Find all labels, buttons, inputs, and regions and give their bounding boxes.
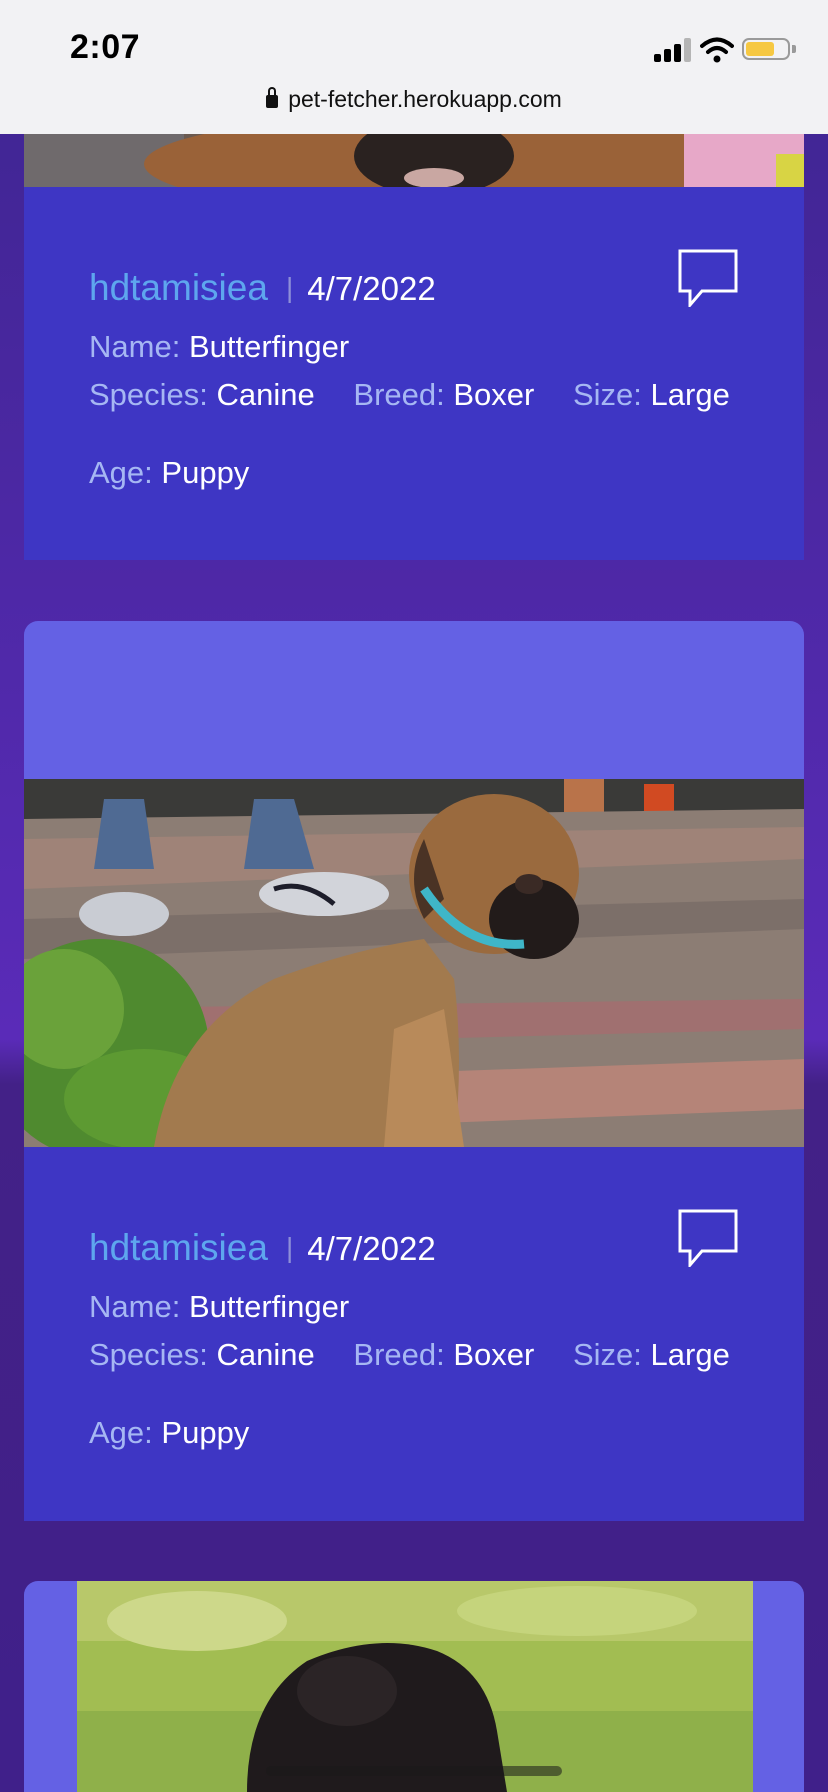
page-url: pet-fetcher.herokuapp.com	[288, 86, 562, 112]
size-label: Size:	[572, 377, 642, 412]
address-bar[interactable]: pet-fetcher.herokuapp.com	[0, 86, 828, 113]
browser-status-bar: 2:07 pet-fetcher.herokuapp.com	[0, 0, 828, 134]
pet-photo[interactable]	[77, 1581, 753, 1792]
breed-label: Breed:	[353, 1337, 445, 1372]
details-row: Species: Canine Breed: Boxer Size: Large	[89, 377, 730, 413]
species-value: Canine	[216, 1337, 315, 1372]
lock-icon	[266, 87, 279, 108]
battery-level	[746, 42, 774, 56]
name-value: Butterfinger	[188, 1289, 350, 1324]
post-card	[24, 1581, 804, 1792]
species-label: Species:	[89, 377, 208, 412]
size-label: Size:	[572, 1337, 642, 1372]
post-date: 4/7/2022	[307, 1230, 436, 1267]
post-info: hdtamisiea | 4/7/2022 Name: Butterfinger S…	[24, 187, 804, 560]
details-row: Species: Canine Breed: Boxer Size: Large	[89, 1337, 730, 1373]
breed-label: Breed:	[353, 377, 445, 412]
post-card: hdtamisiea | 4/7/2022 Name: Butterfinger S…	[24, 621, 804, 1521]
species-label: Species:	[89, 1337, 208, 1372]
name-row: Name: Butterfinger	[89, 329, 349, 365]
wifi-icon	[700, 37, 734, 63]
post-meta: hdtamisiea | 4/7/2022	[89, 1227, 436, 1269]
post-info: hdtamisiea | 4/7/2022 Name: Butterfinger S…	[24, 1147, 804, 1521]
breed-value: Boxer	[453, 1337, 535, 1372]
age-label: Age:	[89, 1415, 153, 1450]
pet-photo[interactable]	[24, 779, 804, 1147]
age-value: Puppy	[161, 455, 250, 490]
status-time: 2:07	[70, 28, 141, 66]
username-link[interactable]: hdtamisiea	[89, 267, 268, 308]
battery-tip	[792, 45, 796, 53]
size-value: Large	[650, 1337, 730, 1372]
cellular-signal-icon	[654, 38, 691, 62]
age-label: Age:	[89, 455, 153, 490]
card-header-band	[24, 621, 804, 779]
meta-divider: |	[285, 272, 294, 303]
size-value: Large	[650, 377, 730, 412]
age-row: Age: Puppy	[89, 1415, 249, 1451]
name-label: Name:	[89, 1289, 181, 1324]
name-label: Name:	[89, 329, 181, 364]
comment-icon[interactable]	[678, 1209, 738, 1267]
username-link[interactable]: hdtamisiea	[89, 1227, 268, 1268]
post-date: 4/7/2022	[307, 270, 436, 307]
pet-photo[interactable]	[24, 134, 804, 187]
breed-value: Boxer	[453, 377, 535, 412]
post-card: hdtamisiea | 4/7/2022 Name: Butterfinger S…	[24, 134, 804, 560]
name-value: Butterfinger	[188, 329, 350, 364]
comment-icon[interactable]	[678, 249, 738, 307]
age-row: Age: Puppy	[89, 455, 249, 491]
age-value: Puppy	[161, 1415, 250, 1450]
name-row: Name: Butterfinger	[89, 1289, 349, 1325]
home-indicator[interactable]	[266, 1766, 562, 1776]
meta-divider: |	[285, 1232, 294, 1263]
battery-icon	[742, 38, 790, 60]
post-meta: hdtamisiea | 4/7/2022	[89, 267, 436, 309]
species-value: Canine	[216, 377, 315, 412]
